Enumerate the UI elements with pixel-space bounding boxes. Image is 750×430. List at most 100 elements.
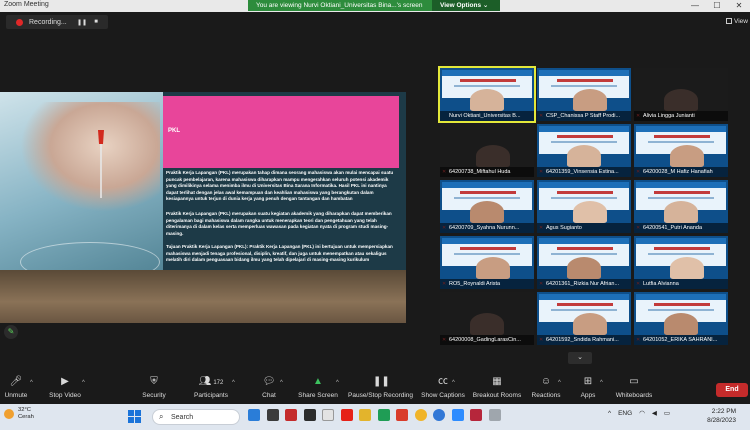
captions-caret-icon[interactable]: ^ bbox=[452, 380, 455, 386]
screen-share-banner: You are viewing Nurvi Oktiani_Universita… bbox=[248, 0, 500, 11]
participant-tile[interactable]: ✕64201592_Sndida Rahmani... bbox=[537, 292, 631, 345]
background-subtitle-line bbox=[648, 141, 714, 143]
background-subtitle-line bbox=[648, 253, 714, 255]
slide-paragraph-2: Praktik Kerja Lapangan (PKL) merupakan s… bbox=[166, 211, 392, 236]
participant-tile[interactable]: ✕64200541_Putri Ananda bbox=[634, 180, 728, 233]
pause-recording-icon[interactable]: ❚❚ bbox=[75, 19, 89, 26]
participant-tile[interactable]: ✕64201052_ERIKA SAHRANI... bbox=[634, 292, 728, 345]
participant-tile[interactable]: Nurvi Oktiani_Universitas B... bbox=[438, 66, 536, 123]
background-subtitle-line bbox=[648, 197, 714, 199]
reactions-button[interactable]: ☺ Reactions ^ bbox=[530, 376, 562, 399]
shared-screen-slide: PKL Praktik Kerja Lapangan (PKL) merupak… bbox=[0, 92, 406, 323]
chat-bubble-icon: 💬︎ bbox=[262, 376, 276, 387]
participant-tile[interactable]: ✕RO5_Roynaldi Arista bbox=[440, 236, 534, 289]
battery-icon[interactable]: ▭ bbox=[664, 409, 670, 417]
youtube-icon[interactable] bbox=[340, 409, 353, 421]
task-view-icon[interactable] bbox=[266, 409, 279, 421]
participant-name: Agus Sugianto bbox=[537, 223, 631, 233]
weather-temperature: 32°C bbox=[18, 407, 31, 413]
view-options-button[interactable]: View Options ⌄ bbox=[432, 0, 500, 11]
close-button[interactable]: ✕ bbox=[728, 0, 750, 12]
background-header-bar bbox=[539, 294, 629, 300]
clock-date: 8/28/2023 bbox=[707, 417, 736, 424]
participant-tile[interactable]: ✕Agus Sugianto bbox=[537, 180, 631, 233]
participant-video bbox=[664, 89, 698, 111]
edge-icon[interactable] bbox=[433, 409, 445, 421]
reactions-caret-icon[interactable]: ^ bbox=[558, 380, 561, 386]
stop-recording-icon[interactable]: ■ bbox=[89, 19, 103, 25]
dart-icon bbox=[98, 130, 104, 198]
share-caret-icon[interactable]: ^ bbox=[336, 380, 339, 386]
participant-tile[interactable]: ✕Alivia Lingga Junianti bbox=[634, 68, 728, 121]
view-label: View bbox=[734, 17, 748, 25]
participants-button[interactable]: 👥︎ 172 Participants ^ bbox=[190, 376, 235, 399]
recording-indicator: Recording... ❚❚ ■ bbox=[6, 15, 108, 29]
unmute-button[interactable]: 🎤︎ Unmute ^ bbox=[2, 376, 33, 399]
taskbar-search-box[interactable]: ⌕ Search bbox=[152, 409, 240, 425]
share-screen-button[interactable]: ▲ Share Screen ^ bbox=[298, 376, 339, 399]
whiteboards-button[interactable]: ▭ Whiteboards bbox=[614, 376, 654, 399]
participant-tile[interactable]: ✕Lutfia Alvianna bbox=[634, 236, 728, 289]
audio-options-caret-icon[interactable]: ^ bbox=[30, 380, 33, 386]
taskbar-app-icon[interactable] bbox=[488, 409, 501, 421]
chat-caret-icon[interactable]: ^ bbox=[280, 380, 283, 386]
security-button[interactable]: ⛨ Security bbox=[138, 376, 170, 399]
maximize-button[interactable]: ☐ bbox=[706, 0, 728, 12]
end-meeting-button[interactable]: End bbox=[716, 383, 748, 397]
taskbar-app-icon[interactable] bbox=[470, 409, 482, 421]
participant-name: 64201359_Vinsensia Estina... bbox=[537, 167, 631, 177]
chat-button[interactable]: 💬︎ Chat ^ bbox=[258, 376, 283, 399]
zoom-meeting-window: Zoom Meeting — ☐ ✕ You are viewing Nurvi… bbox=[0, 0, 750, 430]
participant-tile[interactable]: ✕CSP_Chanissa P Staff Prodi... bbox=[537, 68, 631, 121]
participant-video bbox=[670, 257, 704, 279]
participant-video bbox=[573, 89, 607, 111]
file-explorer-icon[interactable] bbox=[359, 409, 371, 421]
participant-tile[interactable]: ✕64200709_Syahna Nurunn... bbox=[440, 180, 534, 233]
chrome-icon[interactable] bbox=[414, 409, 427, 421]
whiteboard-icon: ▭ bbox=[629, 376, 639, 387]
shield-icon: ⛨ bbox=[150, 376, 158, 387]
windows-start-icon[interactable] bbox=[128, 410, 141, 423]
annotate-pencil-icon[interactable]: ✎ bbox=[4, 325, 18, 339]
tray-overflow-icon[interactable]: ^ bbox=[608, 410, 611, 417]
participant-name: RO5_Roynaldi Arista bbox=[440, 279, 534, 289]
window-controls: — ☐ ✕ bbox=[684, 0, 750, 12]
breakout-rooms-button[interactable]: ▦ Breakout Rooms bbox=[472, 376, 522, 399]
taskbar-app-icon[interactable] bbox=[248, 409, 260, 421]
taskbar-clock[interactable]: 2:22 PM 8/28/2023 bbox=[700, 407, 736, 425]
participant-tile[interactable]: ✕64200738_Miftahul Huda bbox=[440, 124, 534, 177]
slide-hand-image bbox=[20, 102, 160, 212]
video-camera-icon: ▶ bbox=[61, 376, 69, 387]
taskbar-app-icon[interactable] bbox=[377, 409, 390, 421]
video-options-caret-icon[interactable]: ^ bbox=[82, 380, 85, 386]
whiteboards-label: Whiteboards bbox=[615, 392, 653, 399]
participants-caret-icon[interactable]: ^ bbox=[232, 380, 235, 386]
volume-icon[interactable]: ◀ bbox=[652, 409, 657, 417]
participant-tile[interactable]: ✕64200008_GadingLarasCin... bbox=[440, 292, 534, 345]
taskbar-app-icon[interactable] bbox=[285, 409, 297, 421]
background-title-line bbox=[654, 303, 710, 306]
apps-button[interactable]: ⊞ Apps ^ bbox=[578, 376, 603, 399]
wifi-icon[interactable]: ◠ bbox=[639, 409, 645, 417]
participant-video bbox=[470, 313, 504, 335]
viewing-screen-text: You are viewing Nurvi Oktiani_Universita… bbox=[256, 2, 423, 9]
participant-name: 64201052_ERIKA SAHRANI... bbox=[634, 335, 728, 345]
language-indicator[interactable]: ENG bbox=[618, 410, 632, 417]
zoom-app-icon[interactable] bbox=[451, 409, 464, 421]
participant-name: Nurvi Oktiani_Universitas B... bbox=[440, 111, 534, 121]
taskbar-app-icon[interactable] bbox=[303, 409, 316, 421]
taskbar-app-icon[interactable] bbox=[396, 409, 408, 421]
participant-tile[interactable]: ✕64201361_Rizkia Nur Afrian... bbox=[537, 236, 631, 289]
pause-stop-recording-button[interactable]: ❚❚ Pause/Stop Recording bbox=[348, 376, 413, 399]
apps-caret-icon[interactable]: ^ bbox=[600, 380, 603, 386]
gallery-more-icon[interactable]: ⌄ bbox=[568, 352, 592, 364]
view-button[interactable]: View bbox=[726, 16, 748, 26]
participant-tile[interactable]: ✕64201359_Vinsensia Estina... bbox=[537, 124, 631, 177]
participant-tile[interactable]: ✕64200028_M Hafiz Hanafiah bbox=[634, 124, 728, 177]
weather-widget[interactable]: 32°C Cerah bbox=[4, 407, 34, 421]
show-captions-button[interactable]: ㏄ Show Captions ^ bbox=[420, 376, 466, 399]
window-title: Zoom Meeting bbox=[4, 1, 49, 8]
taskbar-app-icon[interactable] bbox=[322, 409, 334, 421]
minimize-button[interactable]: — bbox=[684, 0, 706, 12]
stop-video-button[interactable]: ▶ Stop Video ^ bbox=[46, 376, 85, 399]
